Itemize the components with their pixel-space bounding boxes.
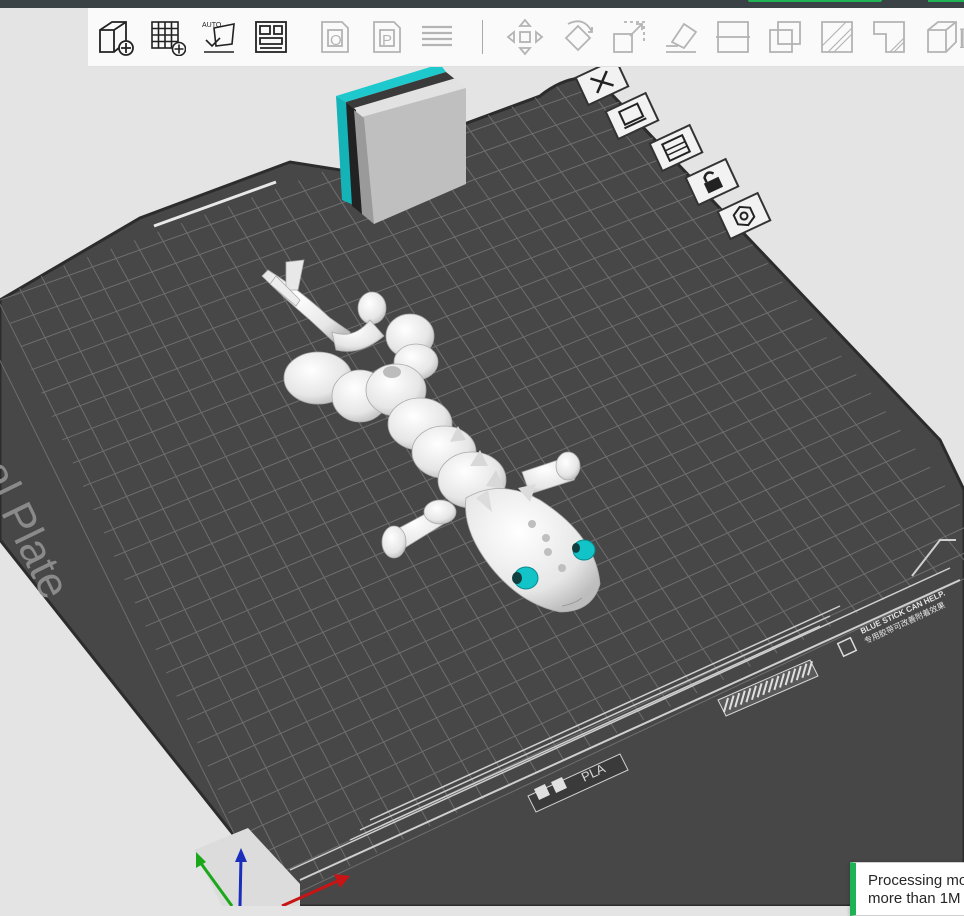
processing-toast[interactable]: Processing mo more than 1M [850, 862, 964, 916]
grid-plus-icon [151, 21, 186, 56]
seam-paint-button[interactable] [868, 16, 910, 58]
toast-line-2: more than 1M [868, 890, 961, 907]
scale-icon [613, 21, 645, 53]
seam-paint-icon [873, 21, 905, 53]
arrange-button[interactable] [250, 16, 292, 58]
layers-icon [422, 25, 452, 47]
arrange-icon [255, 21, 287, 53]
boolean-button[interactable] [764, 16, 806, 58]
measure-icon [927, 21, 957, 53]
support-paint-button[interactable] [816, 16, 858, 58]
split-objects-icon: O [321, 21, 349, 53]
auto-orient-button[interactable]: AUTO [198, 16, 240, 58]
boolean-icon [769, 21, 801, 53]
move-button[interactable] [504, 16, 546, 58]
cut-icon [716, 21, 750, 53]
text-icon: Ta [960, 22, 964, 55]
main-toolbar: AUTO O P Ta [88, 8, 964, 67]
cut-button[interactable] [712, 16, 754, 58]
lay-on-face-button[interactable] [660, 16, 702, 58]
svg-text:AUTO: AUTO [202, 22, 222, 29]
text-tool-button[interactable]: Ta [960, 16, 964, 58]
rotate-icon [564, 20, 593, 52]
split-objects-button[interactable]: O [314, 16, 356, 58]
svg-text:Ta: Ta [960, 22, 964, 55]
split-parts-icon: P [373, 21, 401, 53]
auto-orient-icon: AUTO [202, 22, 235, 53]
svg-text:O: O [330, 32, 342, 49]
measure-button[interactable] [920, 16, 962, 58]
toast-line-1: Processing mo [868, 872, 964, 889]
rotate-button[interactable] [556, 16, 598, 58]
split-parts-button[interactable]: P [366, 16, 408, 58]
scale-button[interactable] [608, 16, 650, 58]
move-icon [506, 18, 544, 56]
layers-button[interactable] [416, 16, 458, 58]
add-object-button[interactable] [94, 16, 136, 58]
3d-viewport[interactable]: PLA BLUE STICK CAN HELP. 专用胶带可改善附着效果 al … [0, 0, 964, 906]
toolbar-separator [482, 20, 483, 54]
svg-text:P: P [382, 32, 392, 49]
support-paint-icon [821, 21, 853, 53]
lay-on-face-icon [666, 22, 698, 53]
add-plate-button[interactable] [146, 16, 188, 58]
add-cube-icon [99, 21, 134, 56]
